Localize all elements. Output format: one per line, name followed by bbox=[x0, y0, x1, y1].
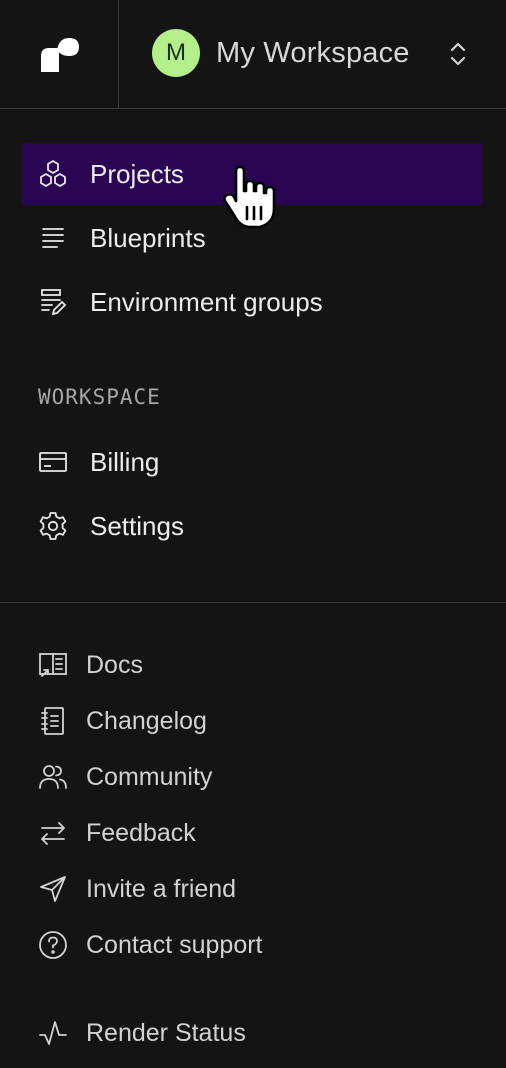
nav-label: Blueprints bbox=[90, 222, 206, 253]
nav-label: Environment groups bbox=[90, 286, 323, 317]
footer-item-docs[interactable]: Docs bbox=[38, 637, 478, 693]
environment-groups-icon bbox=[38, 287, 68, 317]
nav-item-settings[interactable]: Settings bbox=[22, 495, 482, 557]
footer-label: Changelog bbox=[86, 706, 207, 735]
nav-label: Settings bbox=[90, 510, 184, 541]
workspace-switcher[interactable]: M My Workspace bbox=[152, 29, 482, 77]
changelog-icon bbox=[38, 706, 68, 736]
footer-label: Render Status bbox=[86, 1018, 246, 1047]
credit-card-icon bbox=[38, 447, 68, 477]
projects-icon bbox=[38, 159, 68, 189]
footer-label: Invite a friend bbox=[86, 874, 237, 903]
gear-icon bbox=[38, 511, 68, 541]
activity-icon bbox=[38, 1018, 68, 1048]
render-logo-icon[interactable] bbox=[39, 36, 79, 72]
footer-label: Community bbox=[86, 762, 213, 791]
footer-item-invite-a-friend[interactable]: Invite a friend bbox=[38, 861, 478, 917]
nav-item-environment-groups[interactable]: Environment groups bbox=[22, 271, 482, 333]
help-circle-icon bbox=[38, 930, 68, 960]
docs-icon bbox=[38, 650, 68, 680]
footer-item-contact-support[interactable]: Contact support bbox=[38, 917, 478, 973]
footer-item-changelog[interactable]: Changelog bbox=[38, 693, 478, 749]
logo-cell bbox=[0, 0, 119, 108]
nav-label: Billing bbox=[90, 446, 160, 477]
paper-plane-icon bbox=[38, 874, 68, 904]
workspace-section-title: WORKSPACE bbox=[38, 385, 161, 409]
chevron-up-down-icon bbox=[450, 41, 466, 67]
footer-item-render-status[interactable]: Render Status bbox=[38, 1005, 478, 1061]
footer-item-feedback[interactable]: Feedback bbox=[38, 805, 478, 861]
sidebar-divider bbox=[0, 602, 506, 603]
workspace-name: My Workspace bbox=[216, 36, 410, 69]
footer-label: Feedback bbox=[86, 818, 196, 847]
users-icon bbox=[38, 762, 68, 792]
top-header: M My Workspace bbox=[0, 0, 506, 109]
arrows-swap-icon bbox=[38, 818, 68, 848]
footer-label: Docs bbox=[86, 650, 143, 679]
nav-item-billing[interactable]: Billing bbox=[22, 431, 482, 493]
avatar: M bbox=[152, 29, 200, 77]
footer-item-community[interactable]: Community bbox=[38, 749, 478, 805]
blueprints-icon bbox=[38, 223, 68, 253]
nav-label: Projects bbox=[90, 158, 184, 189]
footer-label: Contact support bbox=[86, 930, 263, 959]
pointer-hand-cursor-icon bbox=[222, 165, 284, 231]
